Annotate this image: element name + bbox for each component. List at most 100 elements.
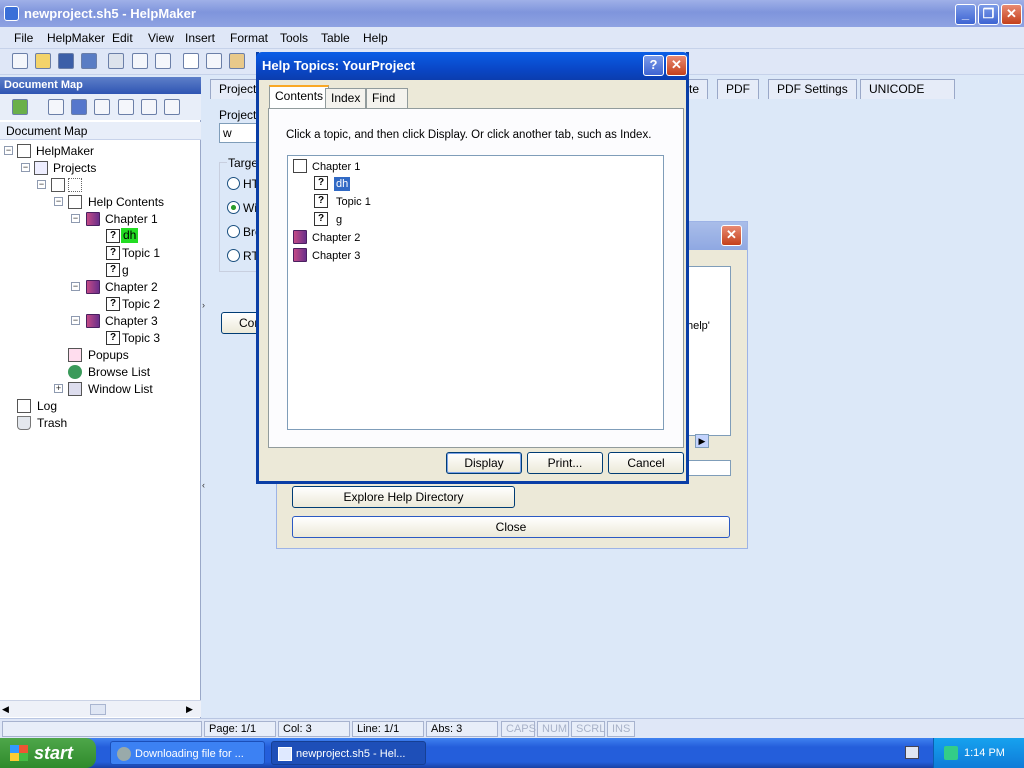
tree-item-trash[interactable]: Trash — [37, 416, 67, 431]
topic-g[interactable]: g — [336, 213, 342, 227]
expand-toggle[interactable]: + — [54, 384, 63, 393]
tree-item-chapter-1[interactable]: Chapter 1 — [105, 212, 158, 227]
tab-find[interactable]: Find — [366, 88, 408, 109]
properties-icon[interactable] — [71, 99, 87, 115]
network-icon[interactable] — [944, 746, 958, 760]
tree-item-chapter-2[interactable]: Chapter 2 — [105, 280, 158, 295]
scroll-right-icon[interactable]: ▶ — [695, 434, 709, 448]
move-right-icon[interactable] — [118, 99, 134, 115]
edit-topic-icon[interactable] — [48, 99, 64, 115]
context-help-icon[interactable]: ? — [643, 55, 664, 76]
tree-item-helpmaker[interactable]: HelpMaker — [36, 144, 94, 159]
tab-index[interactable]: Index — [325, 88, 367, 109]
tree-item-help-contents[interactable]: Help Contents — [88, 195, 164, 210]
project-label: Project — [219, 108, 257, 122]
collapse-toggle[interactable]: − — [37, 180, 46, 189]
topic-chapter-2[interactable]: Chapter 2 — [312, 231, 360, 245]
start-button[interactable]: start — [0, 738, 96, 768]
maximize-button[interactable]: ❐ — [978, 4, 999, 25]
tree-item-topic-3[interactable]: Topic 3 — [122, 331, 160, 346]
topics-tree[interactable]: Chapter 1 ? dh ? Topic 1 ? g Chapter 2 C… — [287, 155, 664, 430]
scroll-thumb[interactable] — [90, 704, 106, 715]
menu-format[interactable]: Format — [230, 31, 268, 45]
save-icon[interactable] — [58, 53, 74, 69]
display-button[interactable]: Display — [446, 452, 522, 474]
topic-dh[interactable]: dh — [334, 177, 351, 191]
print-icon[interactable] — [108, 53, 124, 69]
move-up-icon[interactable] — [141, 99, 157, 115]
home-icon — [17, 144, 31, 158]
save-all-icon[interactable] — [81, 53, 97, 69]
move-left-icon[interactable] — [94, 99, 110, 115]
splitter-arrow-icon[interactable]: ‹ — [202, 480, 208, 492]
tree-item-log[interactable]: Log — [37, 399, 57, 414]
taskbar-item-download[interactable]: Downloading file for ... — [110, 741, 265, 765]
paste-icon[interactable] — [229, 53, 245, 69]
topic-topic-1[interactable]: Topic 1 — [336, 195, 371, 209]
tab-pdf[interactable]: PDF — [717, 79, 759, 99]
tree-item-chapter-3[interactable]: Chapter 3 — [105, 314, 158, 329]
spellcheck-icon[interactable] — [155, 53, 171, 69]
menu-file[interactable]: File — [14, 31, 33, 45]
cancel-button[interactable]: Cancel — [608, 452, 684, 474]
cut-icon[interactable] — [183, 53, 199, 69]
menu-view[interactable]: View — [148, 31, 174, 45]
tree-item-g[interactable]: g — [122, 263, 129, 278]
taskbar-item-helpmaker[interactable]: newproject.sh5 - Hel... — [271, 741, 426, 765]
tree-item-topic-2[interactable]: Topic 2 — [122, 297, 160, 312]
scroll-right-icon[interactable]: ▶ — [186, 703, 198, 715]
explore-help-directory-button[interactable]: Explore Help Directory — [292, 486, 515, 508]
move-down-icon[interactable] — [164, 99, 180, 115]
close-dialog-button[interactable]: Close — [292, 516, 730, 538]
add-topic-icon[interactable] — [12, 99, 28, 115]
dialog-close-icon[interactable]: ✕ — [721, 225, 742, 246]
tree-item-window-list[interactable]: Window List — [88, 382, 153, 397]
menu-table[interactable]: Table — [321, 31, 350, 45]
tab-contents[interactable]: Contents — [269, 85, 330, 109]
tree-item-popups[interactable]: Popups — [88, 348, 129, 363]
topic-chapter-1[interactable]: Chapter 1 — [312, 160, 360, 174]
book-icon — [86, 314, 100, 328]
compile-button[interactable]: Con — [221, 312, 261, 334]
splitter-arrow-icon[interactable]: › — [202, 300, 208, 312]
window-title-bar[interactable]: newproject.sh5 - HelpMaker _ ❐ ✕ — [0, 0, 1024, 27]
menu-insert[interactable]: Insert — [185, 31, 215, 45]
clock[interactable]: 1:14 PM — [964, 747, 1005, 759]
topic-chapter-3[interactable]: Chapter 3 — [312, 249, 360, 263]
close-button[interactable]: ✕ — [1001, 4, 1022, 25]
radio-html[interactable] — [227, 177, 240, 190]
copy-icon[interactable] — [206, 53, 222, 69]
radio-browser[interactable] — [227, 225, 240, 238]
project-node-icon[interactable] — [68, 178, 82, 192]
tree-item-dh[interactable]: dh — [121, 228, 139, 243]
collapse-toggle[interactable]: − — [71, 282, 80, 291]
project-field[interactable]: w — [219, 123, 259, 143]
menu-helpmaker[interactable]: HelpMaker — [47, 31, 105, 45]
menu-help[interactable]: Help — [363, 31, 388, 45]
collapse-toggle[interactable]: − — [4, 146, 13, 155]
tree-item-topic-1[interactable]: Topic 1 — [122, 246, 160, 261]
radio-winhelp[interactable] — [227, 201, 240, 214]
open-icon[interactable] — [35, 53, 51, 69]
print-button[interactable]: Print... — [527, 452, 603, 474]
tree-item-projects[interactable]: Projects — [53, 161, 96, 176]
minimize-button[interactable]: _ — [955, 4, 976, 25]
keyboard-icon[interactable] — [905, 746, 919, 759]
collapse-toggle[interactable]: − — [71, 214, 80, 223]
path-field[interactable] — [687, 460, 731, 476]
new-icon[interactable] — [12, 53, 28, 69]
radio-rtf[interactable] — [227, 249, 240, 262]
preview-icon[interactable] — [132, 53, 148, 69]
menu-edit[interactable]: Edit — [112, 31, 133, 45]
help-topics-titlebar[interactable]: Help Topics: YourProject — [256, 52, 689, 80]
horizontal-scrollbar[interactable]: ◀ ▶ — [0, 700, 201, 717]
tree-item-browse-list[interactable]: Browse List — [88, 365, 150, 380]
tab-pdf-settings[interactable]: PDF Settings — [768, 79, 857, 99]
collapse-toggle[interactable]: − — [21, 163, 30, 172]
help-close-icon[interactable]: ✕ — [666, 55, 687, 76]
collapse-toggle[interactable]: − — [54, 197, 63, 206]
menu-tools[interactable]: Tools — [280, 31, 308, 45]
tab-unicode[interactable]: UNICODE — [860, 79, 956, 99]
collapse-toggle[interactable]: − — [71, 316, 80, 325]
scroll-left-icon[interactable]: ◀ — [2, 703, 14, 715]
